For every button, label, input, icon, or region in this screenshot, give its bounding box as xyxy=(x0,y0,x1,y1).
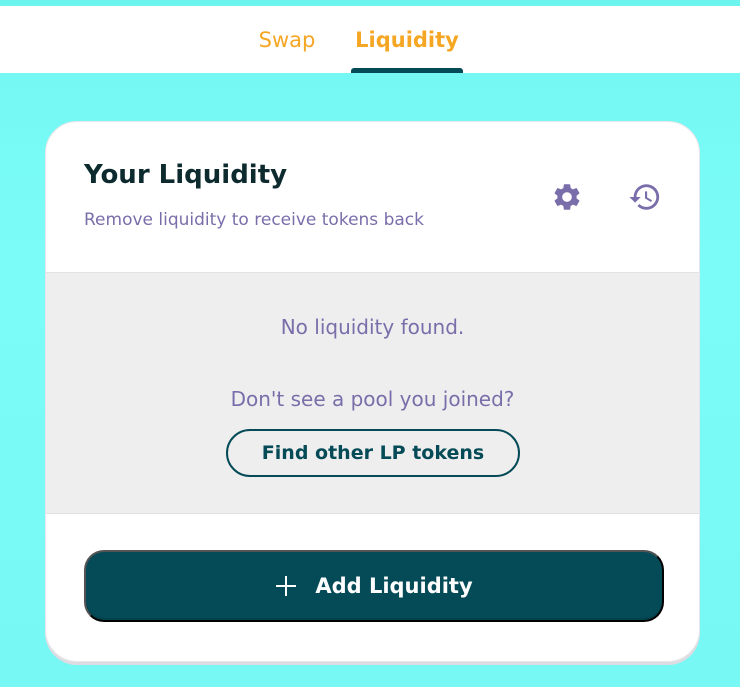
add-liquidity-label: Add Liquidity xyxy=(315,574,473,598)
add-liquidity-button[interactable]: Add Liquidity xyxy=(84,550,664,622)
card-subtitle: Remove liquidity to receive tokens back xyxy=(84,210,424,230)
card-title: Your Liquidity xyxy=(84,160,288,190)
no-liquidity-message: No liquidity found. xyxy=(280,315,465,339)
tab-liquidity-label: Liquidity xyxy=(355,28,459,52)
tab-bar: Swap Liquidity xyxy=(0,6,740,73)
settings-gear-icon[interactable] xyxy=(550,180,584,214)
empty-liquidity-panel: No liquidity found. Don't see a pool you… xyxy=(46,272,699,514)
missing-pool-question: Don't see a pool you joined? xyxy=(230,387,515,411)
tab-swap-label: Swap xyxy=(258,28,316,52)
plus-icon xyxy=(275,575,297,597)
history-clock-icon[interactable] xyxy=(628,180,662,214)
find-lp-tokens-button[interactable]: Find other LP tokens xyxy=(226,429,520,477)
card-header: Your Liquidity Remove liquidity to recei… xyxy=(46,122,699,272)
liquidity-card: Your Liquidity Remove liquidity to recei… xyxy=(45,121,700,662)
tab-swap[interactable]: Swap xyxy=(252,6,322,73)
tab-liquidity[interactable]: Liquidity xyxy=(351,6,463,73)
active-tab-indicator xyxy=(351,68,463,73)
